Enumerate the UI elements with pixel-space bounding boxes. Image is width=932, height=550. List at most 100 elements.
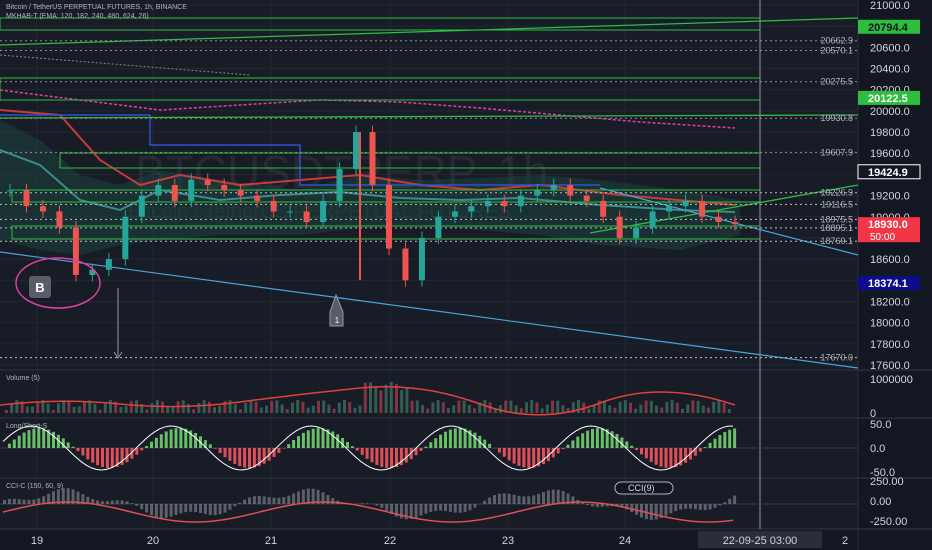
volume-bar [384, 384, 388, 413]
cci-bar [184, 504, 188, 513]
ls-bar [698, 448, 702, 452]
cci-bar [203, 504, 207, 515]
cci-bar [252, 496, 256, 504]
ls-bar [238, 448, 242, 467]
candle-body [23, 190, 30, 207]
volume-bar [561, 405, 565, 413]
candle-body [336, 169, 343, 201]
ls-bar [243, 448, 247, 468]
volume-bar [660, 407, 664, 413]
chart-root[interactable]: BTCUSDTPERP, 1h Bitcoin / TetherUS PERPET… [0, 0, 932, 550]
volume-bar [103, 403, 107, 413]
cci-bar [664, 504, 668, 516]
cci-bar [37, 498, 41, 504]
candle-body [303, 211, 310, 223]
volume-bar [431, 402, 435, 413]
cci-bar [458, 504, 462, 513]
cci-bar [385, 504, 389, 511]
ls-bar [86, 448, 90, 460]
cci-bar [189, 504, 193, 512]
volume-bar [649, 400, 653, 413]
ls-bar [233, 448, 237, 464]
cci-bar [135, 504, 139, 506]
candle-body [583, 195, 590, 201]
volume-bar [473, 408, 476, 413]
cci-bar [453, 504, 457, 513]
volume-bar [5, 410, 8, 413]
volume-bar [145, 409, 149, 413]
level-label: 19930.8 [820, 113, 853, 123]
cci-bar [277, 497, 281, 504]
ls-bar [27, 430, 31, 448]
volume-bar [374, 386, 378, 413]
volume-bar [629, 402, 632, 413]
price-tick: 20400.0 [870, 64, 910, 76]
candle-body [122, 216, 129, 260]
ls-bar [96, 448, 100, 466]
volume-bar [228, 400, 232, 413]
cci-bar [292, 493, 296, 504]
level-label: 18895.1 [820, 223, 853, 233]
cci-bar [208, 504, 212, 515]
ls-bar [542, 448, 545, 465]
cci-bar [546, 490, 550, 504]
volume-bar [691, 400, 695, 413]
volume-bar [77, 406, 81, 413]
time-tick: 23 [502, 535, 514, 547]
volume-bar [31, 406, 34, 413]
volume-bar [348, 402, 352, 413]
cci-bar [414, 504, 418, 518]
ls-bar [556, 448, 560, 454]
ls-bar [71, 446, 75, 448]
ls-bar [346, 441, 349, 448]
cci-bar [556, 489, 560, 504]
volume-bar [452, 405, 456, 413]
volume-bar [353, 407, 357, 413]
volume-bar [670, 400, 674, 413]
candle-body [633, 227, 640, 238]
ls-bar [252, 448, 256, 468]
volume-bar [192, 409, 196, 413]
candle-body [171, 185, 178, 201]
ls-bar [52, 431, 55, 448]
ls-bar [316, 428, 320, 448]
cci-bar [380, 504, 384, 508]
volume-bar [10, 403, 14, 413]
ls-bar [42, 428, 46, 448]
candle-body [435, 216, 442, 238]
cci-tick: -250.00 [870, 516, 907, 528]
level-label: 19226.9 [820, 188, 853, 198]
candle-body [155, 185, 162, 196]
volume-bar [623, 400, 627, 413]
volume-bar [249, 400, 253, 413]
volume-bar [681, 408, 684, 413]
ls-bar [723, 432, 727, 448]
volume-bar [447, 408, 450, 413]
cci-bar [733, 495, 737, 504]
ls-bar [463, 428, 467, 448]
candle-body [56, 211, 63, 228]
ls-bar [360, 448, 364, 455]
price-tick: 18200.0 [870, 296, 910, 308]
cci-bar [669, 504, 673, 514]
ls-bar [434, 438, 438, 448]
cci-bar [713, 504, 717, 508]
ls-bar [527, 448, 531, 468]
volume-bar [265, 405, 268, 413]
ls-bar [669, 448, 673, 468]
ls-bar [164, 431, 168, 448]
candle-body [418, 237, 425, 281]
ls-bar [684, 448, 688, 463]
volume-bar [395, 384, 398, 413]
cci-bar [517, 495, 521, 504]
time-tick: 22 [384, 535, 396, 547]
price-tick: 18600.0 [870, 254, 910, 266]
ls-bar [154, 437, 158, 448]
cci-bar [399, 504, 403, 519]
callout-label: 1 [335, 316, 340, 325]
chart-svg[interactable]: BTCUSDTPERP, 1hBitcoin / TetherUS PERPET… [0, 0, 932, 550]
price-tick: 20600.0 [870, 42, 910, 54]
ls-bar [439, 434, 443, 448]
ls-bar [640, 448, 643, 455]
volume-bar [202, 400, 206, 413]
